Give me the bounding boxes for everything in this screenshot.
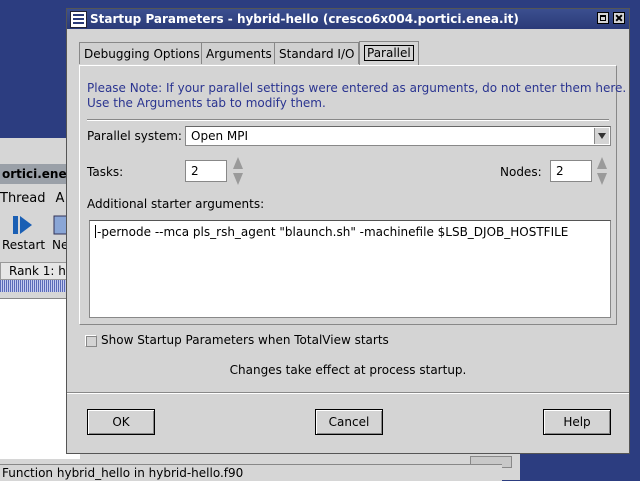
tab-parallel[interactable]: Parallel — [359, 41, 419, 65]
dialog-title: Startup Parameters - hybrid-hello (cresc… — [90, 12, 519, 26]
background-window-title: ortici.enea.it) — [0, 164, 72, 184]
window-menu-icon[interactable] — [70, 11, 87, 28]
tab-label: Parallel — [364, 45, 414, 61]
nodes-input[interactable]: 2 — [550, 160, 592, 182]
note-line-2: Use the Arguments tab to modify them. — [87, 96, 326, 110]
menu-a[interactable]: A — [55, 189, 64, 209]
info-text: Changes take effect at process startup. — [229, 363, 467, 377]
tasks-label: Tasks: — [87, 165, 124, 179]
startup-parameters-dialog: Startup Parameters - hybrid-hello (cresc… — [66, 8, 630, 454]
tab-debugging-options[interactable]: Debugging Options — [79, 42, 205, 64]
menu-thread[interactable]: Thread — [0, 189, 45, 209]
background-menubar: Thread A — [0, 188, 74, 208]
arrow-down-icon[interactable] — [233, 173, 243, 185]
dialog-title-bar[interactable]: Startup Parameters - hybrid-hello (cresc… — [67, 9, 629, 29]
parallel-system-value: Open MPI — [191, 129, 248, 143]
button-separator — [67, 392, 629, 394]
arrow-up-icon[interactable] — [597, 157, 607, 169]
nodes-label: Nodes: — [500, 165, 542, 179]
maximize-button[interactable] — [597, 12, 609, 24]
text-caret — [95, 225, 96, 238]
starter-args-textarea[interactable]: -pernode --mca pls_rsh_agent "blaunch.sh… — [89, 220, 611, 318]
close-button[interactable] — [613, 12, 625, 24]
tab-label: Standard I/O — [279, 47, 355, 61]
parallel-system-label: Parallel system: — [87, 129, 182, 143]
tab-label: Arguments — [206, 47, 272, 61]
chevron-down-icon[interactable] — [594, 128, 609, 144]
separator — [87, 119, 609, 121]
help-button[interactable]: Help — [543, 409, 611, 435]
tasks-input[interactable]: 2 — [185, 160, 227, 182]
tab-label: Debugging Options — [84, 47, 200, 61]
note-line-1: Please Note: If your parallel settings w… — [87, 81, 627, 95]
arrow-up-icon[interactable] — [233, 157, 243, 169]
status-bar: Function hybrid_hello in hybrid-hello.f9… — [0, 464, 502, 481]
restart-button[interactable]: Restart — [2, 214, 46, 252]
tab-arguments[interactable]: Arguments — [201, 42, 277, 64]
show-startup-checkbox[interactable] — [85, 335, 97, 347]
arrow-down-icon[interactable] — [597, 173, 607, 185]
starter-args-value: -pernode --mca pls_rsh_agent "blaunch.sh… — [97, 225, 569, 239]
cancel-button[interactable]: Cancel — [315, 409, 383, 435]
restart-icon — [13, 216, 32, 234]
nodes-stepper[interactable] — [595, 157, 609, 187]
next-label: Ne — [52, 238, 69, 252]
tasks-stepper[interactable] — [231, 157, 245, 187]
parallel-system-select[interactable]: Open MPI — [185, 126, 611, 146]
starter-args-label: Additional starter arguments: — [87, 197, 265, 211]
ok-button[interactable]: OK — [87, 409, 155, 435]
tab-standard-io[interactable]: Standard I/O — [274, 42, 360, 64]
restart-label: Restart — [2, 238, 46, 252]
show-startup-label[interactable]: Show Startup Parameters when TotalView s… — [101, 333, 389, 347]
parallel-note: Please Note: If your parallel settings w… — [87, 81, 626, 111]
